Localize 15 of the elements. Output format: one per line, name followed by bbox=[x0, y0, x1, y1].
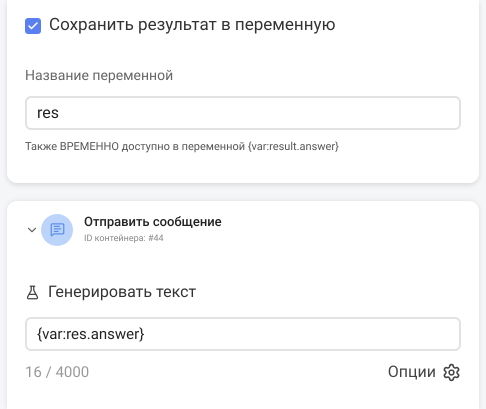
variable-name-field[interactable]: res bbox=[25, 96, 461, 130]
settings-icon bbox=[442, 362, 461, 382]
options-button[interactable]: Опции bbox=[388, 360, 461, 384]
generate-label: Генерировать текст bbox=[48, 281, 196, 303]
checkbox-label: Сохранить результат в переменную bbox=[49, 14, 336, 37]
field-label: Название переменной bbox=[25, 66, 174, 86]
check-icon bbox=[27, 20, 39, 32]
flask-icon bbox=[25, 284, 40, 300]
char-count: 16 / 4000 bbox=[25, 362, 90, 383]
block-title: Отправить сообщение bbox=[84, 214, 222, 232]
save-checkbox[interactable] bbox=[25, 18, 41, 34]
container-id: ID контейнера: #44 bbox=[84, 232, 165, 246]
text-field[interactable]: {var:res.answer} bbox=[25, 317, 461, 351]
message-avatar-icon bbox=[41, 214, 73, 246]
hint-text: Также ВРЕМЕННО доступно в переменной {var:result.answer} bbox=[25, 138, 340, 154]
